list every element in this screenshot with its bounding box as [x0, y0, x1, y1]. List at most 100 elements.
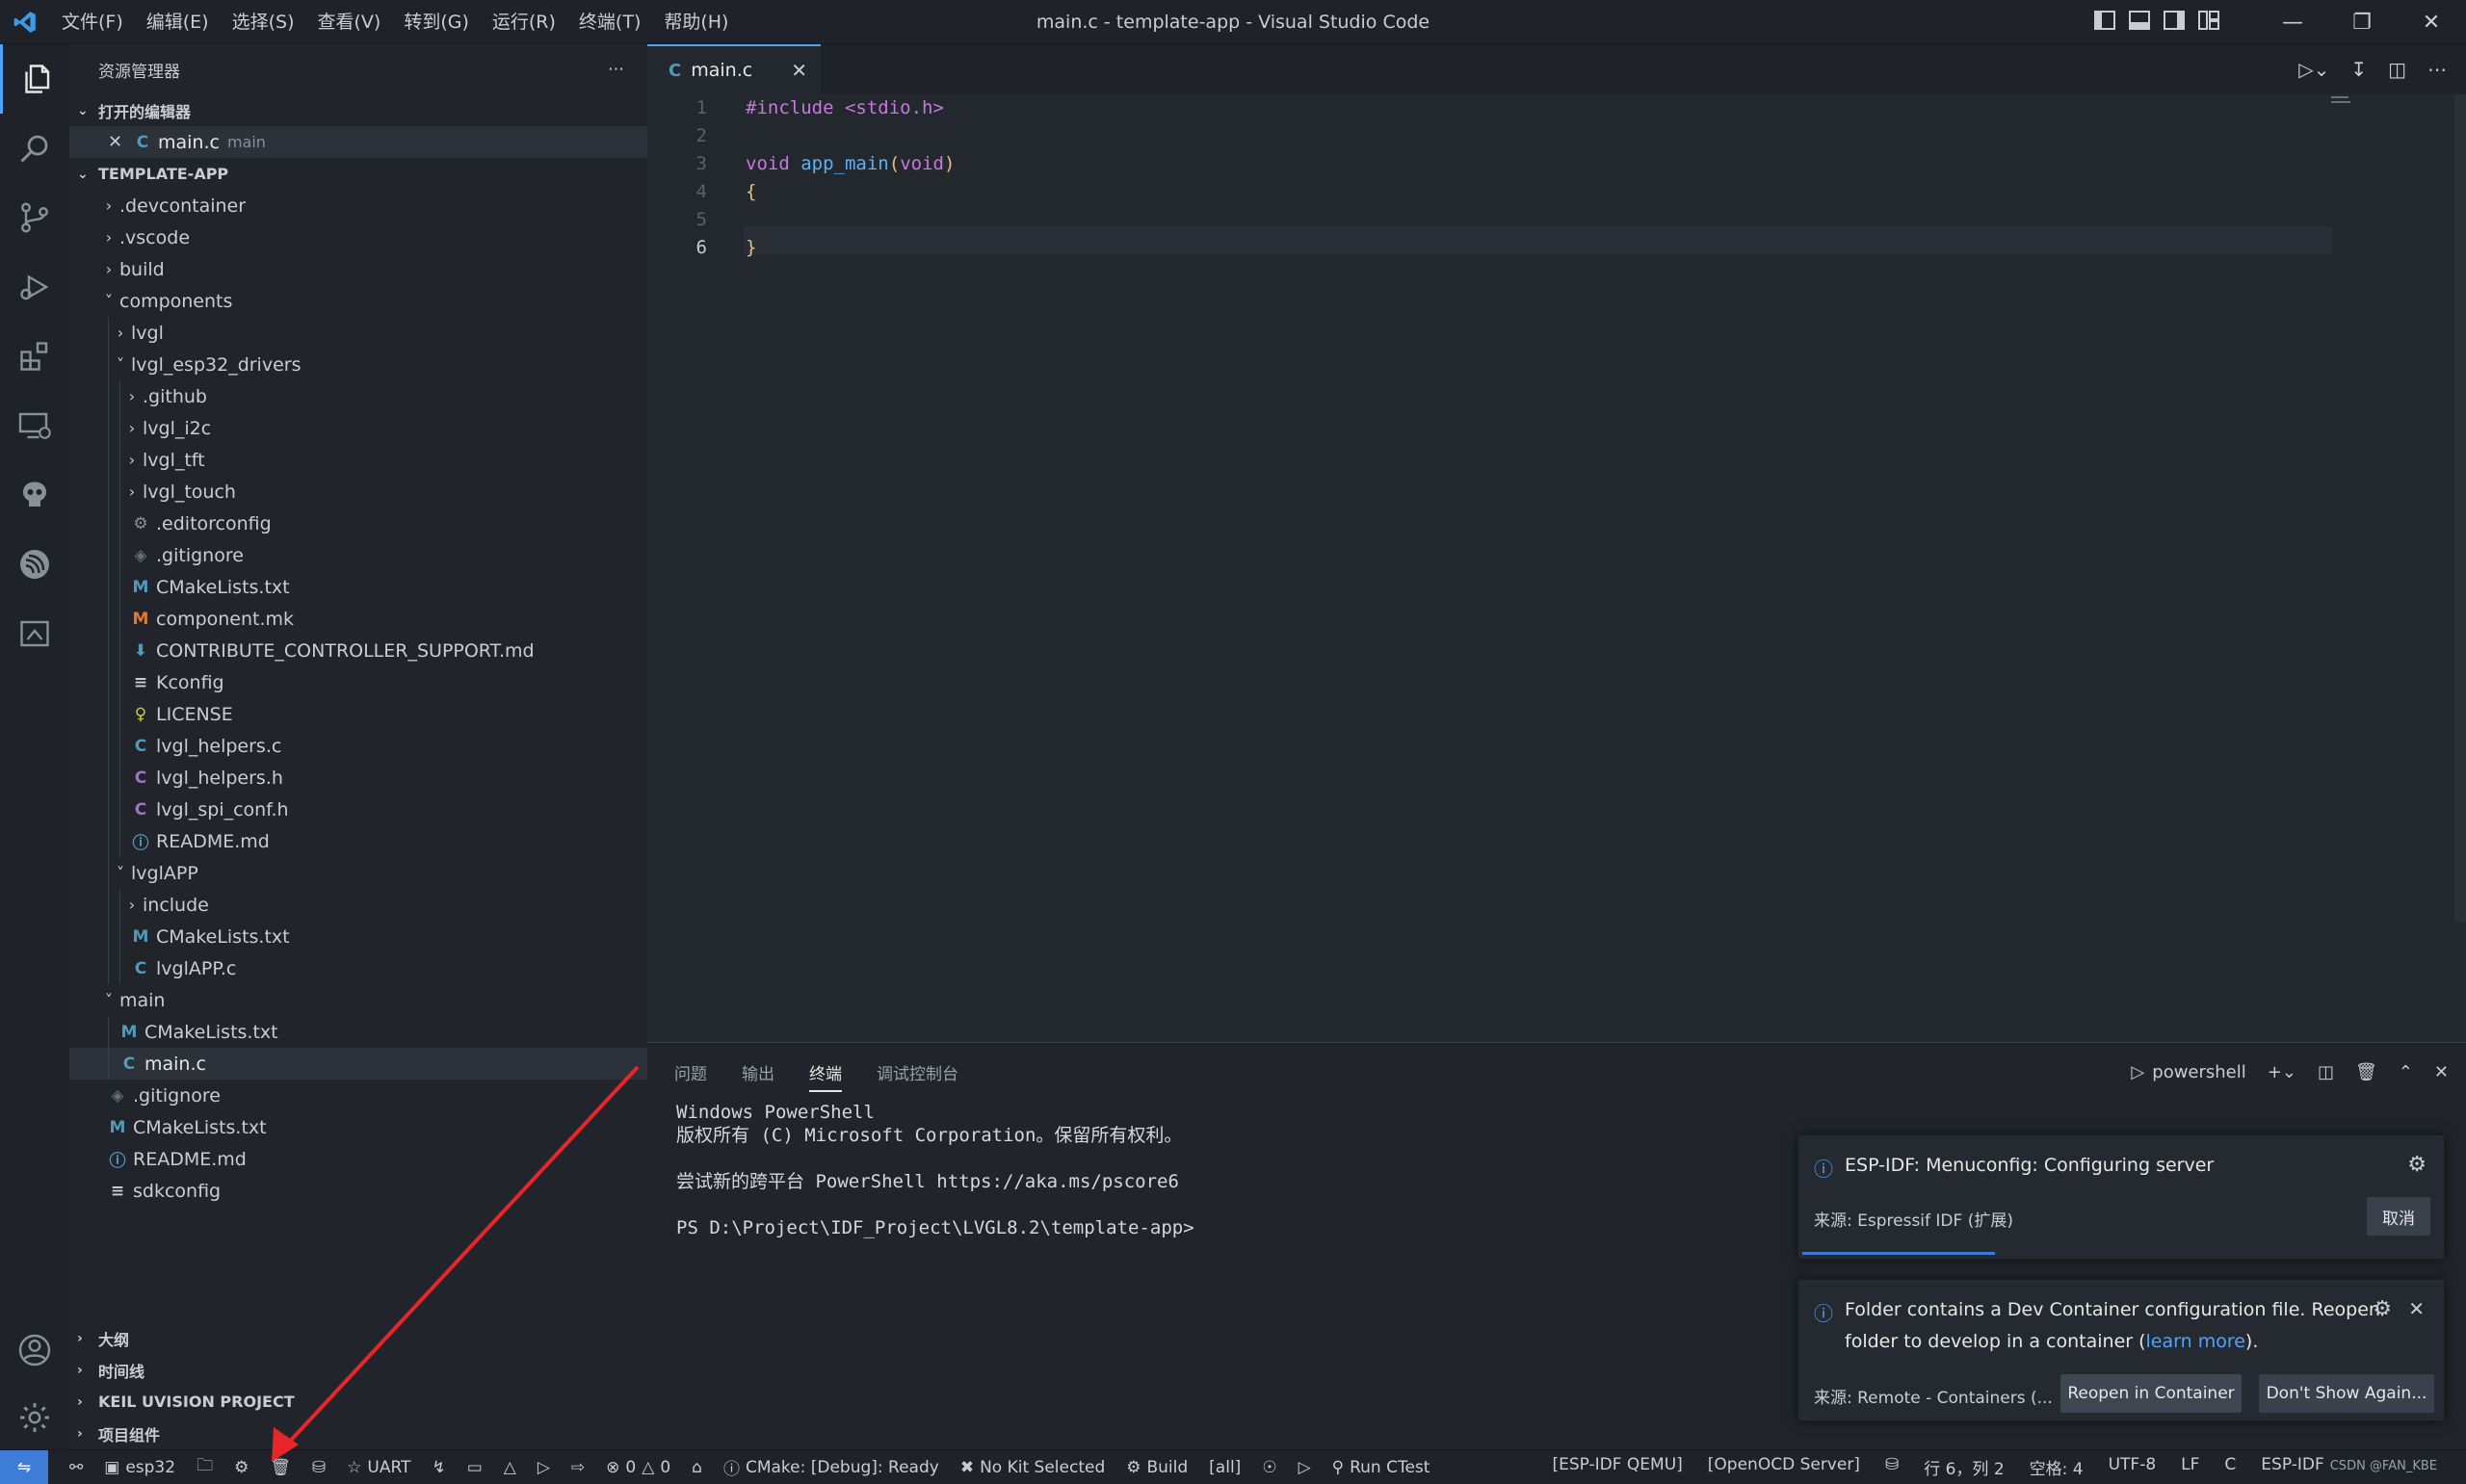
tree-file[interactable]: Clvgl_helpers.h	[69, 762, 647, 794]
tree-file[interactable]: ClvglAPP.c	[69, 952, 647, 984]
search-icon[interactable]	[0, 114, 69, 183]
tree-folder[interactable]: › lvgl_tft	[69, 444, 647, 476]
cursor-position[interactable]: 行 6，列 2	[1924, 1455, 2004, 1479]
toggle-panel-icon[interactable]	[2129, 10, 2150, 35]
tree-file[interactable]: ◈ .gitignore	[69, 539, 647, 571]
code-editor[interactable]: 1 #include <stdio.h> 2 3 void app_main(voi…	[647, 94, 2466, 1042]
project-components-section[interactable]: › 项目组件	[69, 1418, 647, 1449]
learn-more-link[interactable]: learn more	[2146, 1331, 2245, 1352]
trash-icon[interactable]: 🗑	[2355, 1062, 2377, 1082]
tree-file[interactable]: Cmain.c	[69, 1048, 647, 1080]
language-mode[interactable]: C	[2224, 1455, 2236, 1479]
tree-file[interactable]: ≡ sdkconfig	[69, 1175, 647, 1207]
line-ending[interactable]: LF	[2181, 1455, 2199, 1479]
customize-layout-icon[interactable]	[2198, 10, 2219, 35]
tree-file[interactable]: ⓘ README.md	[69, 825, 647, 857]
source-control-icon[interactable]	[0, 183, 69, 252]
tree-file[interactable]: ⚙ .editorconfig	[69, 508, 647, 539]
menu-file[interactable]: 文件(F)	[50, 0, 135, 44]
minimap[interactable]	[2331, 94, 2370, 114]
tree-folder[interactable]: › include	[69, 889, 647, 921]
dont-show-again-button[interactable]: Don't Show Again...	[2259, 1374, 2434, 1413]
timeline-section[interactable]: › 时间线	[69, 1354, 647, 1386]
close-window-icon[interactable]: ✕	[2397, 11, 2466, 35]
tab-terminal[interactable]: 终端	[809, 1060, 842, 1092]
kit-selector[interactable]: ✖ No Kit Selected	[960, 1458, 1105, 1477]
tree-folder[interactable]: › build	[69, 253, 647, 285]
database-icon[interactable]: ⛁	[1885, 1455, 1899, 1479]
close-icon[interactable]: ✕	[108, 132, 131, 152]
tree-file[interactable]: ≡ Kconfig	[69, 666, 647, 698]
tree-folder[interactable]: › .devcontainer	[69, 190, 647, 221]
trash-icon[interactable]: 🗑	[270, 1458, 291, 1477]
tree-folder[interactable]: ˅ lvgl_esp32_drivers	[69, 349, 647, 380]
indentation[interactable]: 空格: 4	[2030, 1455, 2084, 1479]
tree-file[interactable]: M CMakeLists.txt	[69, 921, 647, 952]
extensions-icon[interactable]	[0, 322, 69, 391]
flash-icon[interactable]: ↯	[432, 1458, 445, 1477]
tree-file[interactable]: M CMakeLists.txt	[69, 1016, 647, 1048]
sign-in-icon[interactable]: ⇨	[571, 1458, 585, 1477]
gear-icon[interactable]: ⚙	[2373, 1297, 2392, 1321]
chevron-up-icon[interactable]: ⌃	[2399, 1062, 2413, 1082]
close-panel-icon[interactable]: ✕	[2434, 1062, 2449, 1082]
tab-debug-console[interactable]: 调试控制台	[877, 1060, 958, 1084]
tree-folder[interactable]: › lvgl_touch	[69, 476, 647, 508]
project-section[interactable]: ⌄ TEMPLATE-APP	[69, 158, 647, 190]
menu-selection[interactable]: 选择(S)	[221, 0, 306, 44]
cmake-status[interactable]: ⓘ CMake: [Debug]: Ready	[723, 1455, 939, 1480]
tree-folder[interactable]: ˅ components	[69, 285, 647, 317]
menu-view[interactable]: 查看(V)	[306, 0, 393, 44]
close-icon[interactable]: ✕	[2408, 1297, 2425, 1320]
debug-bug-icon[interactable]: ☉	[1262, 1458, 1276, 1477]
menuconfig-gear-icon[interactable]: ⚙	[234, 1458, 249, 1477]
plug-icon[interactable]: ⚯	[69, 1458, 83, 1477]
tree-file[interactable]: M CMakeLists.txt	[69, 571, 647, 603]
minimize-icon[interactable]: —	[2258, 11, 2327, 35]
tree-folder[interactable]: ˅ main	[69, 984, 647, 1016]
flame-icon[interactable]: △	[504, 1458, 516, 1477]
tab-problems[interactable]: 问题	[674, 1060, 707, 1084]
target-chip-button[interactable]: ▣ esp32	[104, 1458, 175, 1477]
cancel-button[interactable]: 取消	[2367, 1197, 2430, 1236]
restore-icon[interactable]: ❐	[2327, 11, 2397, 35]
menu-help[interactable]: 帮助(H)	[652, 0, 740, 44]
tree-file[interactable]: ⬇ CONTRIBUTE_CONTROLLER_SUPPORT.md	[69, 635, 647, 666]
keil-section[interactable]: › KEIL UVISION PROJECT	[69, 1386, 647, 1418]
keil-project-icon[interactable]	[0, 599, 69, 668]
tree-file[interactable]: M CMakeLists.txt	[69, 1111, 647, 1143]
tree-file[interactable]: ⓘ README.md	[69, 1143, 647, 1175]
run-icon[interactable]: ▷⌄	[2298, 58, 2329, 81]
run-debug-icon[interactable]	[0, 252, 69, 322]
tree-folder[interactable]: ˅ lvglAPP	[69, 857, 647, 889]
database-icon[interactable]: ⛁	[312, 1458, 326, 1477]
tree-file[interactable]: ♀ LICENSE	[69, 698, 647, 730]
close-tab-icon[interactable]: ✕	[791, 59, 807, 82]
tree-file[interactable]: Mcomponent.mk	[69, 603, 647, 635]
esp-idf-qemu-button[interactable]: [ESP-IDF QEMU]	[1552, 1455, 1682, 1479]
terminal-selector[interactable]: ▷ powershell	[2131, 1062, 2245, 1082]
remote-indicator-icon[interactable]: ⇋	[0, 1449, 48, 1484]
toggle-sidebar-icon[interactable]	[2094, 10, 2115, 35]
menu-terminal[interactable]: 终端(T)	[567, 0, 652, 44]
problems-counter[interactable]: ⊗ 0 △ 0	[606, 1458, 670, 1477]
uart-button[interactable]: ☆ UART	[347, 1458, 410, 1477]
tree-folder[interactable]: › lvgl	[69, 317, 647, 349]
explorer-icon[interactable]	[0, 44, 69, 114]
openocd-server-button[interactable]: [OpenOCD Server]	[1708, 1455, 1860, 1479]
editor-scrollbar[interactable]	[2454, 94, 2466, 923]
account-icon[interactable]	[0, 1315, 69, 1385]
esp-idf-status[interactable]: ESP-IDF CSDN @FAN_KBE	[2261, 1455, 2437, 1479]
platformio-icon[interactable]	[0, 460, 69, 530]
tree-folder[interactable]: › lvgl_i2c	[69, 412, 647, 444]
tree-file[interactable]: Clvgl_spi_conf.h	[69, 794, 647, 825]
more-actions-icon[interactable]: ⋯	[608, 60, 624, 79]
home-icon[interactable]: ⌂	[692, 1458, 702, 1477]
remote-explorer-icon[interactable]	[0, 391, 69, 460]
gear-icon[interactable]: ⚙	[2407, 1153, 2427, 1177]
build-button[interactable]: ⚙ Build	[1126, 1458, 1188, 1477]
tab-main-c[interactable]: C main.c ✕	[647, 44, 821, 94]
tree-folder[interactable]: › .github	[69, 380, 647, 412]
terminal-icon[interactable]: ▷	[538, 1458, 550, 1477]
reopen-in-container-button[interactable]: Reopen in Container	[2060, 1374, 2242, 1413]
